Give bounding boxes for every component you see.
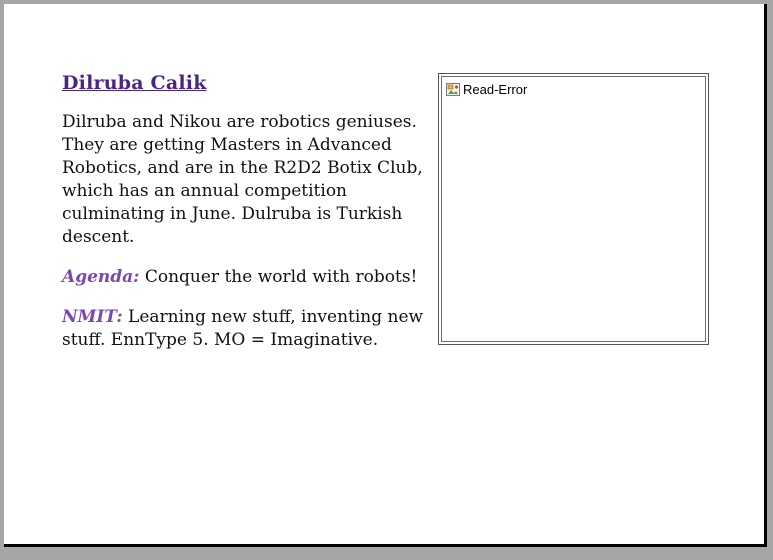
agenda-paragraph: Agenda: Conquer the world with robots! [62, 266, 434, 289]
image-placeholder-inner: Read-Error [441, 76, 706, 342]
profile-text: Dilruba Calik Dilruba and Nikou are robo… [62, 72, 434, 369]
image-placeholder: Read-Error [438, 73, 709, 345]
broken-image-label: Read-Error [446, 82, 527, 97]
image-error-text: Read-Error [463, 82, 528, 97]
agenda-text: Conquer the world with robots! [139, 267, 418, 287]
profile-name-link[interactable]: Dilruba Calik [62, 72, 207, 95]
document-page: Dilruba Calik Dilruba and Nikou are robo… [4, 4, 767, 547]
profile-description: Dilruba and Nikou are robotics geniuses.… [62, 112, 423, 247]
nmit-label: NMIT: [62, 307, 123, 327]
broken-image-icon [446, 83, 460, 96]
nmit-paragraph: NMIT: Learning new stuff, inventing new … [62, 306, 434, 352]
agenda-label: Agenda: [62, 267, 140, 287]
